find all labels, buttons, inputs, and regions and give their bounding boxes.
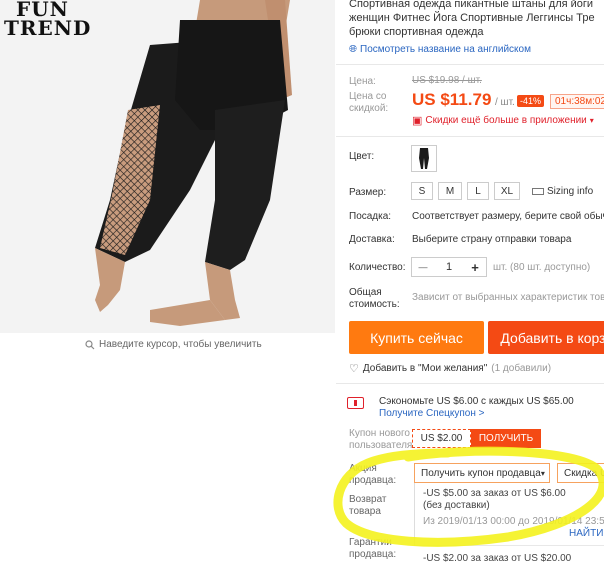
price-label: Цена: xyxy=(349,76,376,87)
seller-promo-label-line-1: Акция xyxy=(349,463,377,474)
sizing-info-link[interactable]: Sizing info xyxy=(532,186,593,197)
color-label: Цвет: xyxy=(349,151,375,162)
fit-label: Посадка: xyxy=(349,211,392,222)
total-label-line-2: стоимость: xyxy=(349,299,400,310)
sale-price: US $11.79 xyxy=(412,90,492,109)
discount-price-label-line-2: скидкой: xyxy=(349,103,389,114)
shipping-label: Доставка: xyxy=(349,234,395,245)
seller-guarantee-label-line-1: Гарантии xyxy=(349,537,392,548)
zoom-hint: Наведите курсор, чтобы увеличить xyxy=(85,339,262,350)
translate-title-text: Посмотреть название на английском xyxy=(360,44,531,55)
add-to-cart-button[interactable]: Добавить в корз xyxy=(488,321,604,354)
quantity-input[interactable]: 1 xyxy=(434,261,464,273)
size-option-xl[interactable]: XL xyxy=(494,182,520,200)
total-label-line-1: Общая xyxy=(349,287,382,298)
heart-icon: ♡ xyxy=(349,363,359,375)
coupon-save-text: Сэкономьте US $6.00 с каждых US $65.00 xyxy=(379,396,574,407)
discount-price-label: Цена со скидкой: xyxy=(349,91,388,115)
new-user-coupon-label: Купон нового пользователя xyxy=(349,428,412,452)
sizing-info-text: Sizing info xyxy=(547,186,594,197)
wishlist-label: Добавить в "Мои желания" xyxy=(362,363,488,374)
size-label: Размер: xyxy=(349,187,387,198)
leggings-photo xyxy=(0,0,335,333)
quantity-label: Количество: xyxy=(349,262,406,273)
product-title-line-2: женщин Фитнес Йога Спортивные Леггинсы Т… xyxy=(349,12,595,24)
logo-line-2: TREND xyxy=(4,16,92,40)
ruler-icon xyxy=(532,188,544,195)
discount-price-label-line-1: Цена со xyxy=(349,91,387,102)
quantity-minus-button[interactable]: — xyxy=(412,262,434,272)
total-label: Общая стоимость: xyxy=(349,287,400,311)
qr-code-icon: ▣ xyxy=(412,115,423,127)
chevron-down-icon: ▾ xyxy=(589,116,594,125)
divider xyxy=(414,545,604,546)
magnifier-icon xyxy=(85,339,95,349)
zoom-hint-text: Наведите курсор, чтобы увеличить xyxy=(99,339,262,350)
new-user-coupon-label-line-2: пользователя xyxy=(349,440,413,451)
return-label: Возврат товара xyxy=(349,494,387,518)
price-unit: / шт. xyxy=(495,97,515,108)
coupon-1-note: (без доставки) xyxy=(423,500,490,511)
size-option-s[interactable]: S xyxy=(411,182,433,200)
app-promo-text: Скидки ещё больше в приложении xyxy=(425,115,587,126)
product-image[interactable] xyxy=(0,0,335,333)
wishlist-count: (1 добавили) xyxy=(491,363,552,374)
brand-logo: FUN TREND xyxy=(4,0,91,38)
product-title-line-3: брюки спортивная одежда xyxy=(349,26,484,38)
coupon-1-dates: Из 2019/01/13 00:00 до 2019/01/14 23:59 xyxy=(423,516,604,527)
size-option-l[interactable]: L xyxy=(467,182,489,200)
translate-title-link[interactable]: 🌐︎ Посмотреть название на английском xyxy=(349,44,531,55)
color-option-black[interactable] xyxy=(411,145,437,172)
coupon-icon xyxy=(347,397,364,409)
find-link[interactable]: НАЙТИ xyxy=(569,528,603,540)
seller-coupon-dropdown[interactable]: Получить купон продавца ▾ xyxy=(414,463,550,483)
buy-now-button[interactable]: Купить сейчас xyxy=(349,321,484,354)
total-value: Зависит от выбранных характеристик товар… xyxy=(412,292,604,303)
return-label-line-1: Возврат xyxy=(349,494,387,505)
old-price: US $19.98 / шт. xyxy=(412,75,482,86)
add-to-wishlist[interactable]: ♡ Добавить в "Мои желания" (1 добавили) xyxy=(349,362,551,375)
seller-guarantee-label: Гарантии продавца: xyxy=(349,537,396,561)
seller-promo-label-line-2: продавца: xyxy=(349,475,397,486)
quantity-stepper: — 1 + xyxy=(411,257,487,277)
discount-badge: -41% xyxy=(517,95,545,107)
divider xyxy=(336,64,604,65)
shipping-value[interactable]: Выберите страну отправки товара xyxy=(412,234,571,246)
get-special-coupon-link[interactable]: Получите Спецкупон > xyxy=(379,408,485,420)
seller-coupon-dropdown-label: Получить купон продавца xyxy=(421,467,541,479)
divider xyxy=(336,136,604,137)
quantity-plus-button[interactable]: + xyxy=(464,260,486,275)
divider xyxy=(336,383,604,384)
discount-dropdown[interactable]: Скидка U xyxy=(557,463,604,483)
new-user-coupon-value: US $2.00 xyxy=(412,429,471,448)
seller-promo-label: Акция продавца: xyxy=(349,463,396,487)
return-label-line-2: товара xyxy=(349,506,381,517)
size-option-m[interactable]: M xyxy=(438,182,462,200)
quantity-available: шт. (80 шт. доступно) xyxy=(493,262,591,273)
countdown-timer: 01ч:38м:02 xyxy=(550,94,604,109)
coupon-2-amount: -US $2.00 за заказ от US $20.00 xyxy=(423,553,572,564)
app-promo-dropdown[interactable]: ▣ Скидки ещё больше в приложении ▾ xyxy=(412,114,594,127)
fit-value: Соответствует размеру, берите свой обычн… xyxy=(412,211,604,222)
get-coupon-button[interactable]: ПОЛУЧИТЬ xyxy=(471,429,541,448)
new-user-coupon-label-line-1: Купон нового xyxy=(349,428,410,439)
seller-guarantee-label-line-2: продавца: xyxy=(349,549,397,560)
chevron-down-icon: ▾ xyxy=(540,468,545,478)
globe-icon: 🌐︎ xyxy=(349,44,357,55)
coupon-1-amount: -US $5.00 за заказ от US $6.00 xyxy=(423,488,566,499)
leggings-thumbnail xyxy=(419,148,429,169)
